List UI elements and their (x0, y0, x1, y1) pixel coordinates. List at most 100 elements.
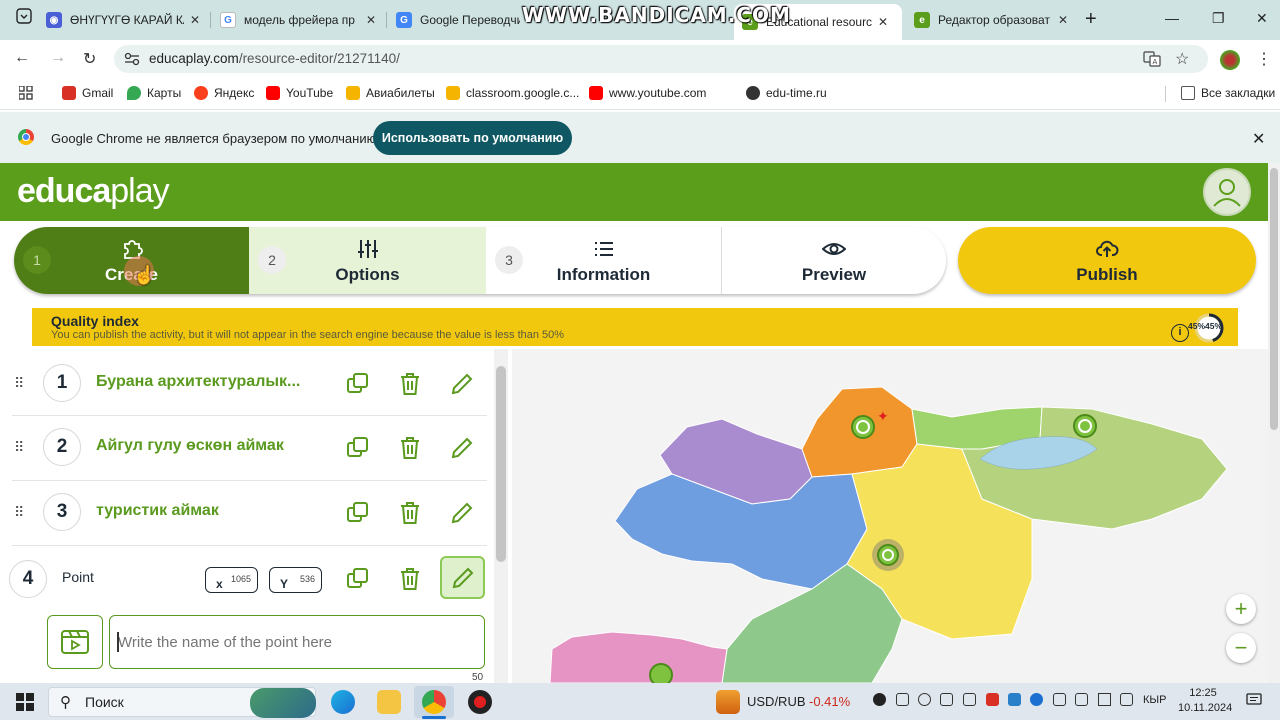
translate-page-icon[interactable]: A (1143, 51, 1161, 72)
step-number: 1 (23, 246, 51, 274)
point-title[interactable]: туристик аймак (96, 502, 219, 520)
tab-5[interactable]: e Редактор образоват ✕ (906, 6, 1076, 34)
record-tray-icon[interactable] (873, 693, 886, 706)
minimize-button[interactable]: — (1165, 10, 1179, 26)
browser-menu-icon[interactable]: ⋮ (1256, 49, 1272, 69)
clock[interactable]: 12:25 10.11.2024 (1178, 686, 1232, 716)
settings-tray-icon[interactable] (963, 693, 976, 706)
profile-avatar[interactable] (1220, 50, 1240, 70)
point-title[interactable]: Бурана архитектуралык... (96, 373, 300, 391)
user-avatar[interactable] (1203, 168, 1251, 216)
network-app-tray-icon[interactable] (1008, 693, 1021, 706)
step-preview[interactable]: Preview (722, 227, 946, 294)
bookmark-label: Яндекс (214, 86, 255, 100)
bookmark-classroom[interactable]: classroom.google.c... (446, 86, 579, 100)
windows-start-icon[interactable] (16, 693, 34, 716)
apps-grid-icon[interactable] (18, 85, 33, 105)
tab-3[interactable]: G Google Переводчик (388, 6, 528, 34)
map-canvas[interactable]: ✦ + − (512, 349, 1268, 683)
duplicate-icon[interactable] (345, 500, 371, 526)
duplicate-icon[interactable] (345, 566, 371, 592)
restore-button[interactable]: ❐ (1212, 10, 1225, 27)
record-app-icon[interactable] (468, 690, 492, 714)
tab-search-icon[interactable] (16, 8, 32, 27)
bookmark-edu-time[interactable]: edu-time.ru (746, 86, 827, 100)
usb-tray-icon[interactable] (1053, 693, 1066, 706)
close-window-button[interactable]: ✕ (1256, 10, 1268, 27)
zoom-out-button[interactable]: − (1226, 633, 1256, 663)
drag-handle-icon[interactable]: ⠿ (14, 504, 24, 521)
search-icon: ⚲ (60, 694, 71, 711)
trash-icon[interactable] (397, 500, 423, 526)
tab-close-icon[interactable]: ✕ (366, 13, 376, 27)
point-title[interactable]: Айгул гулу өскөн аймак (96, 437, 284, 455)
y-coordinate-field[interactable]: Y 536 (269, 567, 322, 593)
edit-point-button[interactable] (440, 556, 485, 599)
quality-title: Quality index (51, 313, 139, 329)
tab-divider (210, 12, 211, 28)
audio-tray-icon[interactable] (940, 693, 953, 706)
notifications-icon[interactable] (1246, 692, 1262, 713)
tab-2[interactable]: G модель фрейера пр ✕ (212, 6, 384, 34)
tab-close-icon[interactable]: ✕ (878, 15, 888, 29)
file-explorer-icon[interactable] (377, 690, 401, 714)
bookmark-youtube-com[interactable]: www.youtube.com (589, 86, 706, 100)
step-information[interactable]: 3 Information (486, 227, 722, 294)
bookmark-flights[interactable]: Авиабилеты (346, 86, 435, 100)
info-icon[interactable]: i (1171, 324, 1189, 342)
duplicate-icon[interactable] (345, 371, 371, 397)
wifi-icon[interactable] (1098, 693, 1111, 706)
google-icon: G (220, 12, 236, 28)
new-tab-button[interactable]: + (1085, 8, 1097, 31)
x-coordinate-field[interactable]: x 1065 (205, 567, 258, 593)
publish-button[interactable]: Publish (958, 227, 1256, 294)
mouse-cursor-icon: ☝ (133, 265, 156, 285)
point-name-input[interactable] (109, 615, 485, 669)
reload-button[interactable]: ↻ (83, 49, 96, 69)
cloud-tray-icon[interactable] (1075, 693, 1088, 706)
back-button[interactable]: ← (14, 49, 30, 67)
security-tray-icon[interactable] (896, 693, 909, 706)
list-scrollbar-thumb[interactable] (496, 366, 506, 562)
pencil-icon[interactable] (449, 500, 475, 526)
trash-icon[interactable] (397, 435, 423, 461)
trash-icon[interactable] (397, 566, 423, 592)
antivirus-tray-icon[interactable] (986, 693, 999, 706)
set-default-button[interactable]: Использовать по умолчанию (373, 121, 572, 155)
tab-close-icon[interactable]: ✕ (190, 13, 200, 27)
duplicate-icon[interactable] (345, 435, 371, 461)
bookmark-youtube[interactable]: YouTube (266, 86, 333, 100)
currency-widget-icon[interactable] (716, 690, 740, 714)
bookmark-maps[interactable]: Карты (127, 86, 181, 100)
page-scrollbar-thumb[interactable] (1270, 168, 1278, 430)
pencil-icon (452, 567, 474, 589)
edge-icon[interactable] (331, 690, 355, 714)
trash-icon[interactable] (397, 371, 423, 397)
list-icon (594, 241, 613, 256)
volume-icon[interactable] (1120, 693, 1133, 706)
infobar-close-icon[interactable]: ✕ (1252, 129, 1265, 149)
pencil-icon[interactable] (449, 435, 475, 461)
drag-handle-icon[interactable]: ⠿ (14, 375, 24, 392)
site-settings-icon[interactable] (124, 52, 140, 71)
bluetooth-icon[interactable] (1030, 693, 1043, 706)
point-number: 4 (9, 560, 47, 598)
language-indicator[interactable]: КЫР (1143, 694, 1166, 706)
bookmark-star-icon[interactable]: ☆ (1175, 49, 1189, 69)
pencil-icon[interactable] (449, 371, 475, 397)
forward-button[interactable]: → (50, 49, 66, 67)
tab-1[interactable]: ◉ ӨНҮГҮҮГӨ КАРАЙ КА ✕ (38, 6, 208, 34)
bookmark-label: classroom.google.c... (466, 86, 580, 100)
educaplay-logo[interactable]: educaplay (17, 172, 170, 211)
zoom-in-button[interactable]: + (1226, 594, 1256, 624)
step-options[interactable]: 2 Options (249, 227, 486, 294)
bookmark-gmail[interactable]: Gmail (62, 86, 113, 100)
tab-close-icon[interactable]: ✕ (1058, 13, 1068, 27)
all-bookmarks[interactable]: Все закладки (1181, 86, 1275, 100)
bookmark-yandex[interactable]: Яндекс (194, 86, 254, 100)
tab-title: Редактор образоват (938, 13, 1050, 27)
add-media-button[interactable] (47, 615, 103, 669)
drag-handle-icon[interactable]: ⠿ (14, 439, 24, 456)
search-highlight-image (250, 688, 316, 718)
camera-tray-icon[interactable] (918, 693, 931, 706)
